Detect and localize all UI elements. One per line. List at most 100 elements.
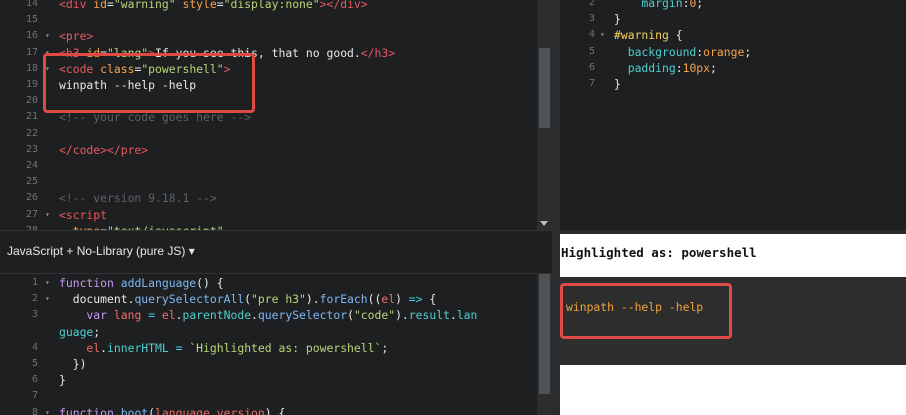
code-token: }	[59, 373, 66, 388]
js-editor[interactable]: 1 ▾ function addLanguage() {2 ▾ document.qu…	[0, 274, 552, 415]
js-language-selector[interactable]: JavaScript + No-Library (pure JS) ▾	[7, 244, 195, 258]
line-number: 2	[31, 293, 38, 305]
scroll-down-arrow-icon[interactable]	[540, 221, 548, 226]
code-line[interactable]: 24	[0, 158, 552, 174]
code-token: </h3>	[360, 45, 396, 60]
code-text: }	[614, 11, 621, 27]
line-number: 6	[31, 374, 38, 386]
line-number: 25	[25, 176, 38, 188]
code-token: ;	[744, 44, 752, 59]
code-token: :	[675, 60, 683, 75]
code-token: ,	[209, 405, 217, 415]
code-token: =>	[408, 292, 423, 307]
code-line[interactable]: 6 padding:10px;	[560, 60, 906, 76]
code-line[interactable]: 23 </code></pre>	[0, 142, 552, 158]
code-line[interactable]: 3}	[560, 11, 906, 27]
code-token: "display:none"	[223, 0, 320, 11]
code-line[interactable]: 26 <!-- version 9.18.1 -->	[0, 190, 552, 206]
line-number: 24	[25, 160, 38, 171]
highlight-box-result	[560, 283, 732, 339]
code-token: guage	[59, 324, 94, 339]
fold-arrow-icon[interactable]: ▾	[45, 28, 50, 44]
fold-arrow-icon[interactable]: ▾	[45, 405, 50, 415]
code-token: el	[381, 292, 396, 307]
code-line[interactable]: 7	[0, 388, 552, 404]
code-text: </code></pre>	[59, 142, 148, 158]
code-token: addLanguage	[120, 276, 197, 290]
code-line[interactable]: 7}	[560, 76, 906, 92]
code-text: })	[59, 356, 87, 372]
code-token: boot	[120, 405, 149, 415]
line-number: 3	[588, 13, 595, 25]
code-line[interactable]: 8 ▾ function boot(language,version) {	[0, 405, 552, 415]
code-token: ;	[696, 0, 704, 10]
line-number: 3	[31, 309, 38, 321]
code-line[interactable]: 16 ▾ <pre>	[0, 28, 552, 44]
css-editor[interactable]: 2 margin:0; 3} 4 ▾ #warning {5 background:or…	[560, 0, 906, 230]
vertical-pane-divider[interactable]	[552, 0, 560, 415]
line-number: 17	[25, 46, 38, 58]
code-token: "code"	[353, 308, 396, 323]
code-token: }	[614, 77, 621, 91]
code-line[interactable]: 15	[0, 12, 552, 28]
fold-arrow-icon[interactable]: ▾	[600, 27, 605, 43]
code-token: {	[668, 28, 683, 43]
code-token: ).	[305, 292, 320, 307]
code-text: #warning {	[614, 27, 683, 43]
line-number: 28	[0, 223, 38, 230]
code-token: ;	[93, 324, 101, 339]
code-line[interactable]: 4 ▾ #warning {	[560, 27, 906, 43]
fold-arrow-icon[interactable]: ▾	[45, 291, 50, 307]
result-heading: Highlighted as: powershell	[561, 245, 757, 260]
js-editor-scrollbar-thumb[interactable]	[539, 274, 550, 394]
code-token: "pre h3"	[251, 292, 306, 307]
code-text: }	[59, 372, 66, 388]
line-number: 14	[25, 0, 38, 9]
code-line[interactable]: 14 <div id="warning" style="display:none"…	[0, 0, 552, 12]
code-line[interactable]: 27 ▾ <script	[0, 207, 552, 223]
code-token: el	[161, 308, 176, 323]
html-editor-scrollbar-thumb[interactable]	[539, 48, 550, 128]
code-line[interactable]: 22	[0, 126, 552, 142]
code-text: function boot(language,version) {	[59, 405, 285, 415]
js-editor-scrollbar[interactable]	[537, 274, 552, 415]
code-token: (	[244, 292, 252, 307]
code-line[interactable]: 6}	[0, 372, 552, 388]
code-line[interactable]: 5 background:orange;	[560, 44, 906, 60]
code-text: }	[614, 76, 621, 92]
line-number: 18	[25, 62, 38, 74]
code-line[interactable]: 28 type="text/javascript"	[0, 223, 552, 230]
code-token: ;	[710, 60, 717, 75]
fold-arrow-icon[interactable]: ▾	[45, 275, 50, 291]
code-line[interactable]: 2 margin:0;	[560, 0, 906, 11]
code-line[interactable]: 2 ▾ document.querySelectorAll("pre h3").f…	[0, 291, 552, 307]
line-number: 23	[25, 143, 38, 155]
code-token: function	[59, 405, 121, 415]
line-number: 7	[31, 390, 38, 402]
line-number: 20	[25, 95, 38, 107]
code-token: el	[59, 340, 101, 355]
code-token: =	[141, 308, 162, 323]
code-token: style	[182, 0, 217, 11]
code-token: `Highlighted as: powershell`	[189, 340, 382, 355]
code-line[interactable]: 25	[0, 174, 552, 190]
html-editor[interactable]: 14 <div id="warning" style="display:none"…	[0, 0, 552, 230]
code-line[interactable]: guage;	[0, 324, 552, 340]
code-token: (	[148, 405, 156, 415]
code-token: .	[251, 308, 258, 323]
code-token: result	[408, 308, 450, 323]
line-number: 6	[588, 61, 595, 73]
code-line[interactable]: 4 el.innerHTML = `Highlighted as: powers…	[0, 340, 552, 356]
code-text: var lang = el.parentNode.querySelector("…	[59, 307, 477, 323]
code-token: id	[93, 0, 108, 11]
html-editor-scrollbar[interactable]	[537, 0, 552, 230]
code-token: #warning	[614, 28, 669, 43]
code-line[interactable]: 5 })	[0, 356, 552, 372]
code-token: =	[216, 0, 224, 11]
code-line[interactable]: 1 ▾ function addLanguage() {	[0, 275, 552, 291]
code-token: language	[155, 405, 210, 415]
code-token: =	[168, 340, 190, 355]
fold-arrow-icon[interactable]: ▾	[45, 207, 50, 223]
code-text: padding:10px;	[614, 60, 717, 76]
code-line[interactable]: 3 var lang = el.parentNode.querySelector…	[0, 307, 552, 323]
